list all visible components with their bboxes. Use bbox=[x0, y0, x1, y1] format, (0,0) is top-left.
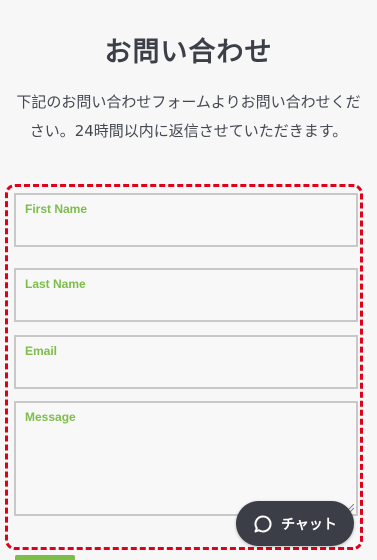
email-field[interactable]: Email bbox=[14, 335, 358, 389]
message-textarea[interactable] bbox=[24, 431, 348, 510]
chat-button[interactable]: チャット bbox=[236, 501, 354, 546]
first-name-input[interactable] bbox=[24, 226, 348, 241]
submit-button[interactable] bbox=[15, 555, 75, 560]
page-description: 下記のお問い合わせフォームよりお問い合わせください。24時間以内に返信させていた… bbox=[16, 93, 361, 140]
last-name-field[interactable]: Last Name bbox=[14, 268, 358, 322]
message-field[interactable]: Message bbox=[14, 401, 358, 516]
first-name-label: First Name bbox=[25, 202, 88, 216]
email-label: Email bbox=[25, 344, 58, 358]
last-name-label: Last Name bbox=[25, 277, 86, 291]
chat-bubble-icon bbox=[253, 514, 273, 534]
chat-label: チャット bbox=[281, 516, 337, 533]
email-input[interactable] bbox=[24, 368, 348, 383]
last-name-input[interactable] bbox=[24, 301, 348, 316]
page-title: お問い合わせ bbox=[104, 37, 273, 68]
first-name-field[interactable]: First Name bbox=[14, 193, 358, 247]
message-label: Message bbox=[25, 410, 76, 424]
